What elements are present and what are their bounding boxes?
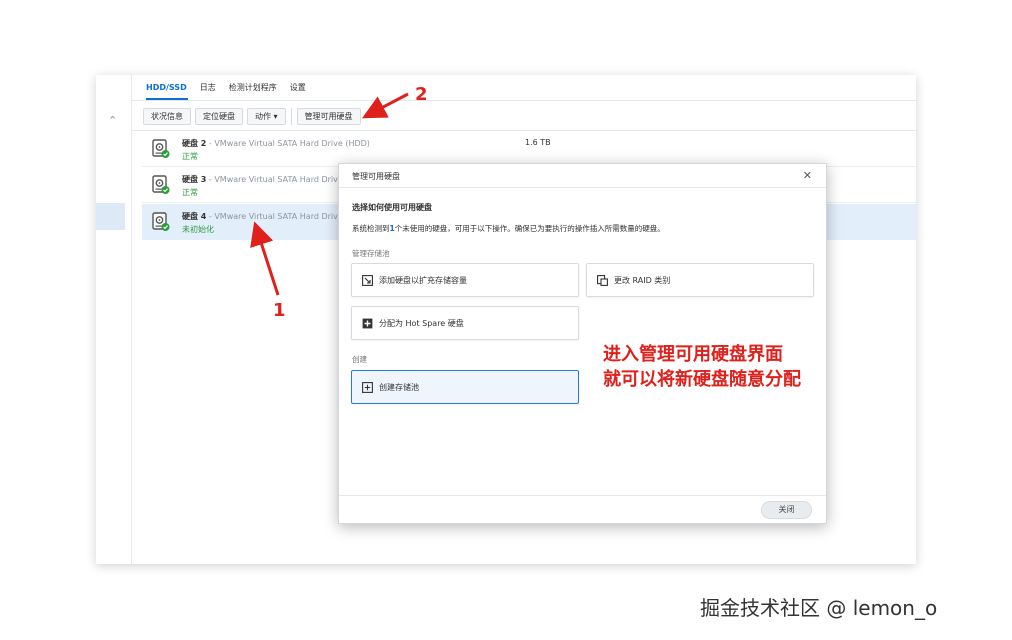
tab-divider [132,100,916,101]
add-disk-expand-label: 添加硬盘以扩充存储容量 [379,276,467,285]
disk-status: 正常 [182,152,198,161]
sidebar-selected-item[interactable] [96,203,125,230]
section-manage-pool: 管理存储池 [352,249,390,258]
action-label: 动作 [255,112,271,121]
add-disk-expand-option[interactable]: 添加硬盘以扩充存储容量 [351,263,579,297]
tab-settings[interactable]: 设置 [290,81,306,97]
status-info-button[interactable]: 状况信息 [143,108,191,125]
toolbar-separator [290,108,292,125]
hard-disk-ok-icon [152,212,170,231]
disk-model: - VMware Virtual SATA Hard Drive [208,212,343,221]
disk-name: 硬盘 4 - VMware Virtual SATA Hard Drive [182,211,343,222]
active-tab-underline [146,98,188,100]
plus-box-icon [362,382,373,393]
tab-hdd-ssd[interactable]: HDD/SSD [146,81,187,97]
disk-name: 硬盘 3 - VMware Virtual SATA Hard Drive [182,174,343,185]
locate-disk-button[interactable]: 定位硬盘 [195,108,243,125]
toolbar: 状况信息 定位硬盘 动作 ▾ 管理可用硬盘 [143,108,361,125]
dialog-description: 系统检测到1个未使用的硬盘，可用于以下操作。确保已为要执行的操作插入所需数量的硬… [352,223,665,234]
disk-status: 正常 [182,188,198,197]
disk-label: 硬盘 2 [182,139,207,148]
tab-bar: HDD/SSD 日志 检测计划程序 设置 [146,81,306,97]
dialog-footer-divider [339,495,826,496]
annotation-label-2: 2 [415,84,428,105]
annotation-note-line2: 就可以将新硬盘随意分配 [603,369,801,390]
hot-spare-icon [362,318,373,329]
raid-icon [597,275,608,286]
create-storage-pool-option[interactable]: 创建存储池 [351,370,579,404]
chevron-up-icon[interactable]: ⌃ [108,114,117,127]
hard-disk-ok-icon [152,139,170,158]
action-menu-button[interactable]: 动作 ▾ [247,108,286,125]
assign-hot-spare-option[interactable]: 分配为 Hot Spare 硬盘 [351,306,579,340]
disk-name: 硬盘 2 - VMware Virtual SATA Hard Drive (H… [182,138,370,149]
tab-test-schedule[interactable]: 检测计划程序 [229,81,277,97]
dialog-title: 管理可用硬盘 [352,172,400,181]
disk-label: 硬盘 4 [182,212,207,221]
disk-status: 未初始化 [182,225,214,234]
change-raid-type-label: 更改 RAID 类别 [614,276,671,285]
disk-model: - VMware Virtual SATA Hard Drive (HDD) [208,139,370,148]
disk-row[interactable]: 硬盘 2 - VMware Virtual SATA Hard Drive (H… [142,131,916,167]
close-icon[interactable]: ✕ [803,169,812,182]
disk-label: 硬盘 3 [182,175,207,184]
close-button[interactable]: 关闭 [761,501,812,519]
watermark: 掘金技术社区 @ lemon_o [700,596,938,620]
assign-hot-spare-label: 分配为 Hot Spare 硬盘 [379,319,464,328]
manage-available-disks-button[interactable]: 管理可用硬盘 [296,108,361,125]
annotation-note-line1: 进入管理可用硬盘界面 [603,344,783,365]
section-create: 创建 [352,355,367,364]
disk-model: - VMware Virtual SATA Hard Drive [208,175,343,184]
change-raid-type-option[interactable]: 更改 RAID 类别 [586,263,814,297]
annotation-label-1: 1 [273,300,286,321]
dialog-title-divider [339,187,826,188]
disk-size: 1.6 TB [525,138,551,147]
create-storage-pool-label: 创建存储池 [379,383,419,392]
desc-suffix: 个未使用的硬盘，可用于以下操作。确保已为要执行的操作插入所需数量的硬盘。 [394,224,665,233]
left-sidebar: ⌃ [96,75,132,564]
hard-disk-ok-icon [152,175,170,194]
dialog-heading: 选择如何使用可用硬盘 [352,203,432,212]
tab-log[interactable]: 日志 [200,81,216,97]
expand-icon [362,275,373,286]
desc-prefix: 系统检测到 [352,224,390,233]
caret-down-icon: ▾ [273,112,278,121]
